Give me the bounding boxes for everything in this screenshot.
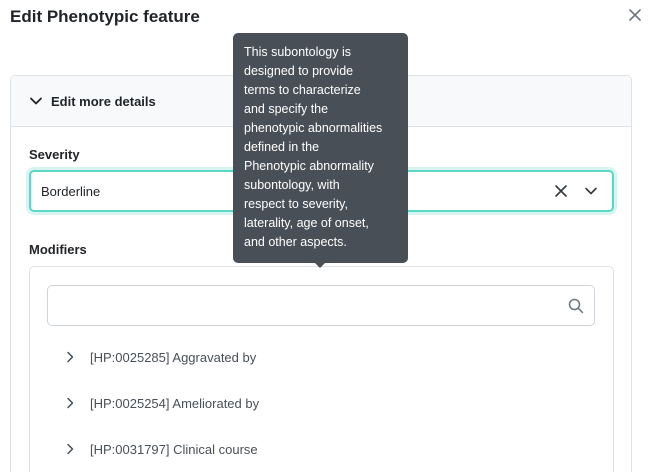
- chevron-right-icon[interactable]: [64, 351, 76, 363]
- search-icon[interactable]: [568, 298, 584, 314]
- tooltip-line: and other aspects.: [244, 235, 347, 249]
- tooltip-line: and specify the: [244, 102, 329, 116]
- tooltip-line: laterality, age of onset,: [244, 216, 369, 230]
- close-icon[interactable]: [626, 6, 644, 24]
- clear-icon[interactable]: [552, 182, 570, 200]
- tree-item-label: [HP:0031797] Clinical course: [90, 441, 258, 457]
- modal-title: Edit Phenotypic feature: [10, 7, 200, 26]
- panel-header-label: Edit more details: [51, 93, 156, 109]
- chevron-right-icon[interactable]: [64, 443, 76, 455]
- tooltip-line: phenotypic abnormalities: [244, 121, 383, 135]
- tooltip-line: respect to severity,: [244, 197, 348, 211]
- severity-label: Severity: [29, 147, 80, 162]
- tooltip-line: subontology, with: [244, 178, 340, 192]
- chevron-right-icon[interactable]: [64, 397, 76, 409]
- modifiers-label: Modifiers: [29, 242, 87, 257]
- tooltip-arrow: [314, 262, 326, 268]
- tree-item-aggravated-by[interactable]: [HP:0025285] Aggravated by: [64, 347, 256, 367]
- tooltip-line: This subontology is: [244, 45, 352, 59]
- chevron-down-icon: [30, 97, 42, 105]
- tooltip-line: defined in the: [244, 140, 320, 154]
- tree-item-label: [HP:0025285] Aggravated by: [90, 349, 257, 365]
- tooltip: This subontology is designed to provide …: [233, 33, 408, 263]
- tooltip-line: terms to characterize: [244, 83, 361, 97]
- tree-item-ameliorated-by[interactable]: [HP:0025254] Ameliorated by: [64, 393, 259, 413]
- tooltip-line: Phenotypic abnormality: [244, 159, 374, 173]
- modifiers-search: [47, 285, 595, 326]
- tree-item-clinical-course[interactable]: [HP:0031797] Clinical course: [64, 439, 258, 459]
- chevron-down-icon[interactable]: [582, 182, 600, 200]
- tooltip-line: designed to provide: [244, 64, 354, 78]
- tree-item-label: [HP:0025254] Ameliorated by: [90, 395, 260, 411]
- search-input[interactable]: [48, 286, 594, 325]
